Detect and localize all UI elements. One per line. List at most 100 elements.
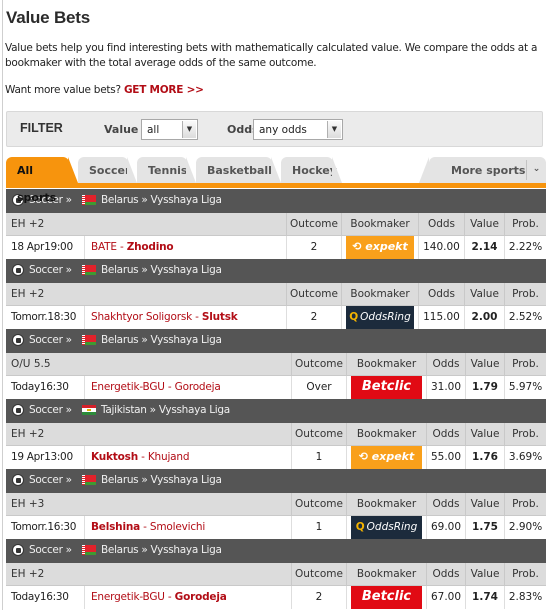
col-value-header: Value (465, 563, 504, 585)
filter-bar: FILTER Value all ▼ Odds any odds ▼ (6, 111, 543, 147)
col-value-header: Value (465, 423, 504, 445)
tab-edge (68, 157, 78, 183)
away-team: Khujand (147, 451, 190, 463)
value-filter-select[interactable]: all ▼ (141, 119, 198, 140)
league-name[interactable]: Belarus » Vysshaya Liga (101, 334, 222, 346)
bookmaker-cell[interactable]: Betclic (346, 376, 426, 399)
col-bookmaker-header: Bookmaker (341, 283, 418, 305)
bookmaker-cell[interactable]: Q OddsRing (346, 516, 426, 539)
col-prob-header: Prob. (504, 353, 546, 375)
bookmaker-logo[interactable]: Q OddsRing (351, 516, 422, 539)
belarus-flag-icon (82, 545, 96, 555)
bookmaker-cell[interactable]: ⟲ expekt (341, 236, 418, 259)
bookmaker-logo[interactable]: ⟲ expekt (346, 236, 414, 259)
prob-cell: 2.90% (504, 516, 546, 539)
away-team: Gorodeja (174, 381, 221, 393)
bet-row[interactable]: Tomorr.16:30 Belshina - Smolevichi 1 Q Od… (6, 516, 546, 539)
league-header[interactable]: Soccer » Belarus » Vysshaya Liga (6, 469, 546, 493)
col-outcome-header: Outcome (291, 423, 346, 445)
tab-edge (127, 157, 137, 183)
value-cell: 1.75 (465, 516, 504, 539)
league-name[interactable]: Belarus » Vysshaya Liga (101, 544, 222, 556)
match-teams[interactable]: Energetik-BGU - Gorodeja (84, 586, 291, 609)
outcome-cell: Over (291, 376, 346, 399)
bet-block: Soccer » Belarus » Vysshaya Liga EH +2 O… (6, 189, 546, 259)
tab-label: More sports (451, 164, 526, 177)
league-header[interactable]: Soccer » Belarus » Vysshaya Liga (6, 329, 546, 353)
tab-soccer[interactable]: Soccer (78, 157, 137, 183)
tab-basketball[interactable]: Basketball (196, 157, 281, 183)
bet-row[interactable]: 18 Apr19:00 BATE - Zhodino 2 ⟲ expekt 14… (6, 236, 546, 259)
odds-cell: 31.00 (426, 376, 465, 399)
home-team: Kuktosh (91, 451, 138, 463)
tab-tennis[interactable]: Tennis (137, 157, 196, 183)
col-odds-header: Odds (426, 353, 465, 375)
match-teams[interactable]: Belshina - Smolevichi (84, 516, 291, 539)
prob-cell: 2.22% (504, 236, 546, 259)
tab-label: Basketball (207, 164, 272, 177)
home-team: Shakhtyor Soligorsk (91, 311, 192, 323)
get-more-link[interactable]: GET MORE >> (124, 84, 204, 96)
match-teams[interactable]: BATE - Zhodino (84, 236, 286, 259)
bet-block: Soccer » Belarus » Vysshaya Liga EH +3 O… (6, 469, 546, 539)
bookmaker-cell[interactable]: Betclic (346, 586, 426, 609)
bet-row[interactable]: Today16:30 Energetik-BGU - Gorodeja Over… (6, 376, 546, 399)
belarus-flag-icon (82, 335, 96, 345)
home-team: Energetik-BGU (91, 591, 165, 603)
match-teams[interactable]: Energetik-BGU - Gorodeja (84, 376, 291, 399)
league-name[interactable]: Tajikistan » Vysshaya Liga (101, 404, 230, 416)
away-team: Slutsk (201, 311, 238, 323)
chevron-down-icon: ▼ (327, 121, 341, 138)
bookmaker-logo-text: ⟲ expekt (352, 240, 408, 253)
bet-row[interactable]: Tomorr.18:30 Shakhtyor Soligorsk - Sluts… (6, 306, 546, 329)
bookmaker-logo[interactable]: Betclic (351, 586, 422, 609)
bookmaker-logo[interactable]: ⟲ expekt (351, 446, 422, 469)
bookmaker-logo-text: Betclic (361, 589, 412, 604)
belarus-flag-icon (82, 265, 96, 275)
tab-label: Hockey (292, 164, 337, 177)
value-cell: 1.79 (465, 376, 504, 399)
soccer-ball-icon (12, 544, 24, 556)
value-filter-selected: all (147, 124, 160, 136)
col-prob-header: Prob. (504, 283, 546, 305)
col-outcome-header: Outcome (286, 213, 341, 235)
col-prob-header: Prob. (504, 213, 546, 235)
col-outcome-header: Outcome (286, 283, 341, 305)
tab-edge (332, 157, 342, 183)
sport-name: Soccer » (29, 404, 72, 416)
bet-block: Soccer » Belarus » Vysshaya Liga EH +2 O… (6, 539, 546, 609)
tab-all-sports[interactable]: All sports (6, 157, 78, 204)
outcome-cell: 1 (291, 516, 346, 539)
bet-block: Soccer » Belarus » Vysshaya Liga EH +2 O… (6, 259, 546, 329)
odds-filter-select[interactable]: any odds ▼ (253, 119, 343, 140)
league-name[interactable]: Belarus » Vysshaya Liga (101, 194, 222, 206)
value-cell: 1.76 (465, 446, 504, 469)
bookmaker-logo[interactable]: Q OddsRing (346, 306, 414, 329)
sport-name: Soccer » (29, 334, 72, 346)
bookmaker-cell[interactable]: ⟲ expekt (346, 446, 426, 469)
odds-cell: 140.00 (418, 236, 464, 259)
soccer-ball-icon (12, 404, 24, 416)
match-teams[interactable]: Kuktosh - Khujand (84, 446, 291, 469)
bookmaker-cell[interactable]: Q OddsRing (341, 306, 418, 329)
bet-row[interactable]: 19 Apr13:00 Kuktosh - Khujand 1 ⟲ expekt… (6, 446, 546, 469)
tab-more-sports[interactable]: More sports ⌄ (419, 157, 546, 183)
league-header[interactable]: Soccer » Belarus » Vysshaya Liga (6, 259, 546, 283)
league-header[interactable]: Soccer » Belarus » Vysshaya Liga (6, 189, 546, 213)
col-value-header: Value (465, 493, 504, 515)
tajikistan-flag-icon (82, 405, 96, 415)
match-teams[interactable]: Shakhtyor Soligorsk - Slutsk (84, 306, 286, 329)
odds-cell: 69.00 (426, 516, 465, 539)
bet-row[interactable]: Today16:30 Energetik-BGU - Gorodeja 2 Be… (6, 586, 546, 609)
match-time: Today16:30 (11, 381, 69, 393)
chevron-down-icon[interactable]: ⌄ (526, 160, 546, 180)
league-name[interactable]: Belarus » Vysshaya Liga (101, 264, 222, 276)
league-header[interactable]: Soccer » Belarus » Vysshaya Liga (6, 539, 546, 563)
bookmaker-logo[interactable]: Betclic (351, 376, 422, 399)
sport-name: Soccer » (29, 264, 72, 276)
want-more-text: Want more value bets? (5, 84, 121, 96)
league-header[interactable]: Soccer » Tajikistan » Vysshaya Liga (6, 399, 546, 423)
column-header-row: EH +2 Outcome Bookmaker Odds Value Prob. (6, 563, 546, 586)
league-name[interactable]: Belarus » Vysshaya Liga (101, 474, 222, 486)
tab-hockey[interactable]: Hockey (281, 157, 342, 183)
